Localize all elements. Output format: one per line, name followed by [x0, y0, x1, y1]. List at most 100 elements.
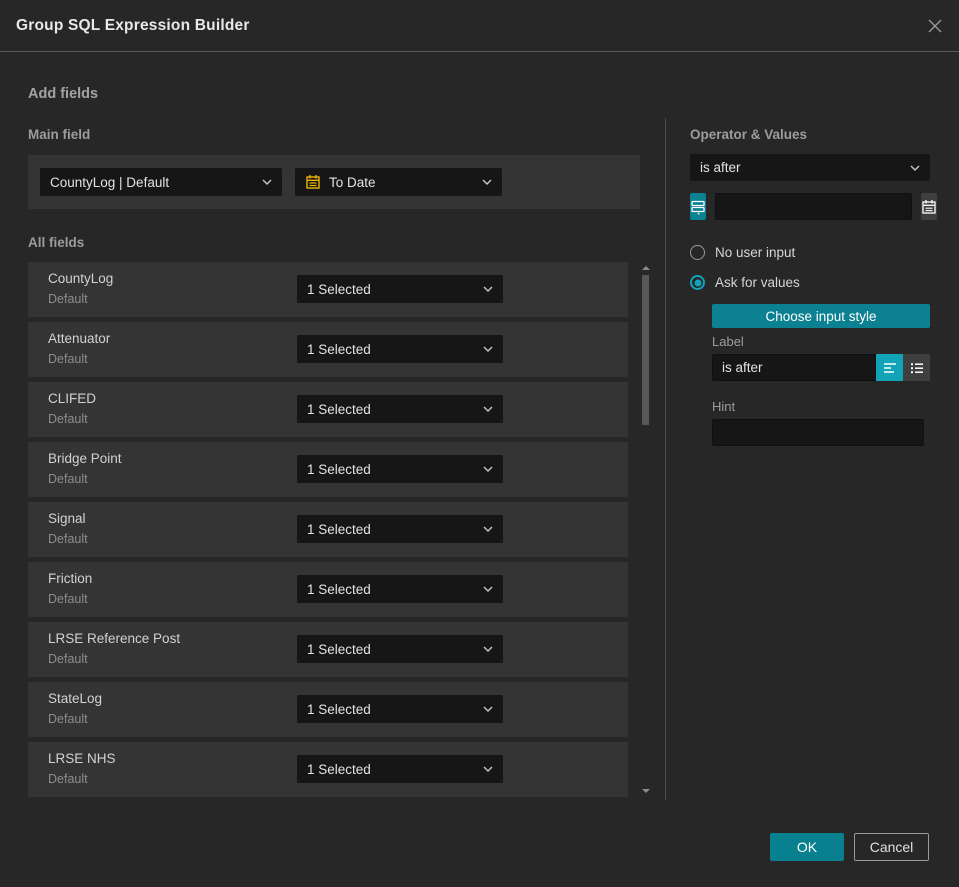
scroll-up-arrow-icon[interactable] — [642, 266, 650, 270]
radio-no-user-input-label: No user input — [715, 245, 796, 260]
field-subtitle: Default — [48, 352, 88, 366]
chevron-down-icon — [482, 179, 492, 185]
field-values-select[interactable]: 1 Selected — [297, 275, 503, 303]
field-values-select[interactable]: 1 Selected — [297, 635, 503, 663]
all-fields-label: All fields — [28, 235, 85, 250]
field-row: Signal Default 1 Selected — [28, 502, 628, 557]
calendar-icon — [305, 174, 321, 190]
field-name: CountyLog — [48, 271, 114, 286]
calendar-icon — [922, 199, 936, 214]
label-input[interactable] — [712, 354, 876, 381]
field-name: Bridge Point — [48, 451, 122, 466]
field-values-select-value: 1 Selected — [307, 521, 371, 537]
ok-button[interactable]: OK — [770, 833, 844, 861]
value-input-row — [690, 193, 937, 220]
stacked-values-icon — [691, 200, 705, 215]
value-source-toggle-button[interactable] — [690, 193, 706, 220]
field-subtitle: Default — [48, 472, 88, 486]
main-field-date-value: To Date — [329, 174, 376, 190]
field-name: CLIFED — [48, 391, 97, 406]
field-name: LRSE NHS — [48, 751, 116, 766]
value-calendar-button[interactable] — [921, 193, 937, 220]
field-values-select-value: 1 Selected — [307, 341, 371, 357]
main-field-label: Main field — [28, 127, 91, 142]
radio-circle-icon — [690, 245, 705, 260]
all-fields-list: CountyLog Default 1 Selected Attenuator … — [28, 262, 628, 802]
field-values-select-value: 1 Selected — [307, 581, 371, 597]
field-values-select[interactable]: 1 Selected — [297, 515, 503, 543]
operator-values-heading: Operator & Values — [690, 127, 808, 142]
field-name: Friction — [48, 571, 93, 586]
main-field-panel: CountyLog | Default To Date — [28, 155, 640, 209]
label-style-list-button[interactable] — [903, 354, 930, 381]
hint-field-label: Hint — [712, 399, 736, 414]
chevron-down-icon — [483, 346, 493, 352]
field-values-select-value: 1 Selected — [307, 281, 371, 297]
field-values-select[interactable]: 1 Selected — [297, 455, 503, 483]
operator-select[interactable]: is after — [690, 154, 930, 181]
field-values-select-value: 1 Selected — [307, 401, 371, 417]
chevron-down-icon — [483, 586, 493, 592]
group-sql-expression-builder-dialog: Group SQL Expression Builder Add fields … — [0, 0, 959, 887]
radio-ask-for-values-label: Ask for values — [715, 275, 800, 290]
list-scrollbar[interactable] — [641, 262, 650, 797]
field-row: LRSE Reference Post Default 1 Selected — [28, 622, 628, 677]
field-row: CountyLog Default 1 Selected — [28, 262, 628, 317]
add-fields-heading: Add fields — [28, 86, 99, 102]
chevron-down-icon — [483, 406, 493, 412]
choose-input-style-button[interactable]: Choose input style — [712, 304, 930, 328]
field-values-select-value: 1 Selected — [307, 641, 371, 657]
field-subtitle: Default — [48, 592, 88, 606]
field-row: Attenuator Default 1 Selected — [28, 322, 628, 377]
field-subtitle: Default — [48, 712, 88, 726]
field-subtitle: Default — [48, 412, 88, 426]
label-input-row — [712, 354, 930, 381]
dialog-title: Group SQL Expression Builder — [16, 16, 250, 34]
chevron-down-icon — [483, 526, 493, 532]
field-name: LRSE Reference Post — [48, 631, 181, 646]
chevron-down-icon — [483, 286, 493, 292]
field-subtitle: Default — [48, 292, 88, 306]
field-subtitle: Default — [48, 652, 88, 666]
label-style-text-button[interactable] — [876, 354, 903, 381]
field-row: Bridge Point Default 1 Selected — [28, 442, 628, 497]
chevron-down-icon — [483, 466, 493, 472]
panel-divider — [665, 118, 666, 800]
field-subtitle: Default — [48, 532, 88, 546]
scroll-down-arrow-icon[interactable] — [642, 789, 650, 793]
chevron-down-icon — [483, 766, 493, 772]
chevron-down-icon — [910, 165, 920, 171]
field-row: CLIFED Default 1 Selected — [28, 382, 628, 437]
field-values-select[interactable]: 1 Selected — [297, 395, 503, 423]
chevron-down-icon — [262, 179, 272, 185]
chevron-down-icon — [483, 646, 493, 652]
field-name: Attenuator — [48, 331, 111, 346]
chevron-down-icon — [483, 706, 493, 712]
field-name: StateLog — [48, 691, 103, 706]
scrollbar-thumb[interactable] — [642, 275, 649, 425]
radio-selected-icon — [690, 275, 705, 290]
operator-select-value: is after — [700, 160, 741, 175]
radio-ask-for-values[interactable]: Ask for values — [690, 275, 800, 290]
main-field-date-select[interactable]: To Date — [295, 168, 502, 196]
field-values-select[interactable]: 1 Selected — [297, 335, 503, 363]
field-values-select[interactable]: 1 Selected — [297, 575, 503, 603]
field-row: Friction Default 1 Selected — [28, 562, 628, 617]
radio-no-user-input[interactable]: No user input — [690, 245, 795, 260]
field-values-select[interactable]: 1 Selected — [297, 695, 503, 723]
field-values-select[interactable]: 1 Selected — [297, 755, 503, 783]
field-values-select-value: 1 Selected — [307, 461, 371, 477]
hint-input[interactable] — [712, 419, 924, 446]
main-field-select[interactable]: CountyLog | Default — [40, 168, 282, 196]
label-field-label: Label — [712, 334, 744, 349]
align-left-icon — [883, 362, 896, 373]
operator-values-panel: Operator & Values is after No user input… — [690, 0, 937, 800]
field-subtitle: Default — [48, 772, 88, 786]
field-name: Signal — [48, 511, 86, 526]
value-input[interactable] — [715, 193, 912, 220]
cancel-button[interactable]: Cancel — [854, 833, 929, 861]
field-row: LRSE NHS Default 1 Selected — [28, 742, 628, 797]
field-row: StateLog Default 1 Selected — [28, 682, 628, 737]
field-values-select-value: 1 Selected — [307, 701, 371, 717]
main-field-select-value: CountyLog | Default — [50, 174, 170, 190]
